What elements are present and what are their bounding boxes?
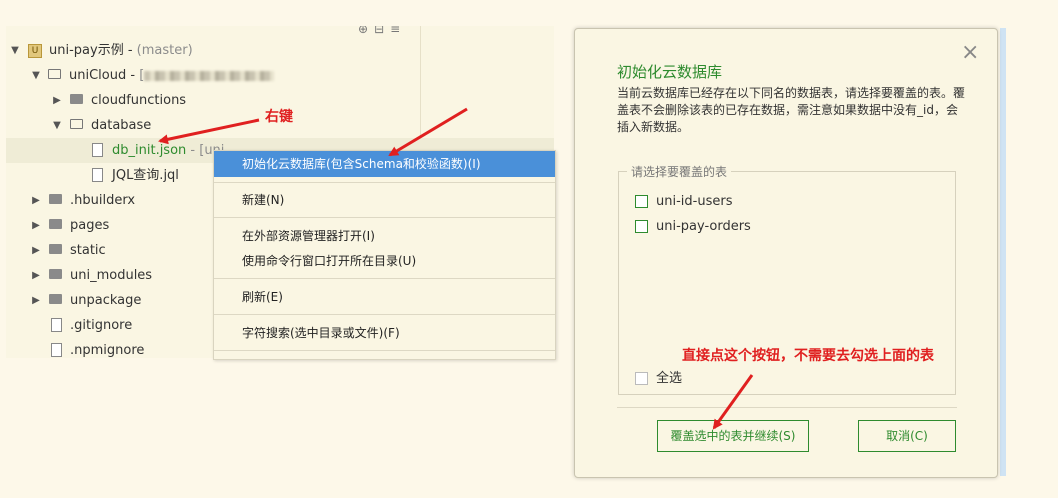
menu-separator: [214, 182, 555, 183]
folder-open-icon: [70, 119, 83, 129]
folder-icon: [49, 269, 62, 279]
annotation-right-click: 右键: [265, 109, 293, 125]
dialog-description: 当前云数据库已经存在以下同名的数据表，请选择要覆盖的表。覆盖表不会删除该表的已存…: [617, 86, 966, 134]
chevron-down-icon[interactable]: ▼: [10, 38, 20, 63]
locate-icon[interactable]: ⊕: [358, 26, 368, 36]
confirm-overwrite-button[interactable]: 覆盖选中的表并继续(S): [657, 420, 809, 452]
menu-separator: [214, 217, 555, 218]
collapse-icon[interactable]: ⊟: [374, 26, 384, 36]
tree-item-label: cloudfunctions: [91, 93, 187, 108]
chevron-down-icon[interactable]: ▼: [31, 63, 41, 88]
menu-separator: [214, 314, 555, 315]
tree-item-label: unpackage: [70, 293, 142, 308]
chevron-right-icon[interactable]: ▶: [31, 238, 41, 263]
tree-item-label: .npmignore: [70, 343, 145, 358]
tree-item-project[interactable]: ▼ U uni-pay示例 - (master): [6, 38, 554, 63]
redacted-text: [144, 70, 275, 81]
menu-separator: [214, 350, 555, 351]
checkbox-label: uni-pay-orders: [656, 219, 751, 234]
menu-item-new[interactable]: 新建(N): [214, 187, 555, 213]
tree-item-label: .hbuilderx: [70, 193, 136, 208]
tree-item-label: uni-pay示例 - (master): [49, 43, 193, 58]
tree-item-label: JQL查询.jql: [112, 168, 179, 183]
dialog-title: 初始化云数据库: [617, 63, 723, 81]
explorer-toolbar: ⊕ ⊟ ≡: [358, 26, 400, 36]
chevron-right-icon[interactable]: ▶: [31, 188, 41, 213]
tree-item-label: static: [70, 243, 106, 258]
menu-item-text-search[interactable]: 字符搜索(选中目录或文件)(F): [214, 320, 555, 346]
chevron-right-icon[interactable]: ▶: [31, 288, 41, 313]
tree-item-label: uniCloud - [: [69, 63, 275, 88]
menu-item-init-database[interactable]: 初始化云数据库(包含Schema和校验函数)(I): [214, 151, 555, 177]
file-icon: [51, 343, 62, 357]
json-file-icon: [92, 143, 103, 157]
folder-icon: [49, 244, 62, 254]
table-option-uni-id-users[interactable]: uni-id-users: [635, 192, 732, 212]
tree-item-label: .gitignore: [70, 318, 133, 333]
menu-separator: [214, 278, 555, 279]
dialog-separator: [617, 407, 957, 408]
tree-item-label: database: [91, 118, 152, 133]
table-option-uni-pay-orders[interactable]: uni-pay-orders: [635, 217, 751, 237]
folder-icon: [49, 219, 62, 229]
checkbox-label: uni-id-users: [656, 194, 733, 209]
folder-icon: [70, 94, 83, 104]
window-edge: [1000, 28, 1006, 476]
context-menu: 初始化云数据库(包含Schema和校验函数)(I) 新建(N) 在外部资源管理器…: [213, 150, 556, 360]
folder-icon: [49, 194, 62, 204]
menu-item-open-terminal[interactable]: 使用命令行窗口打开所在目录(U): [214, 248, 555, 274]
chevron-down-icon[interactable]: ▼: [52, 113, 62, 138]
project-icon: U: [28, 44, 42, 58]
tree-item-label: db_init.json - [uni: [112, 143, 225, 158]
cancel-button[interactable]: 取消(C): [858, 420, 956, 452]
menu-icon[interactable]: ≡: [390, 26, 400, 36]
menu-item-open-in-explorer[interactable]: 在外部资源管理器打开(I): [214, 223, 555, 249]
group-legend: 请选择要覆盖的表: [627, 163, 732, 180]
chevron-right-icon[interactable]: ▶: [31, 263, 41, 288]
select-all-option[interactable]: 全选: [635, 369, 682, 389]
folder-icon: [49, 294, 62, 304]
close-icon[interactable]: ×: [961, 41, 979, 65]
tree-item-label: pages: [70, 218, 110, 233]
chevron-right-icon[interactable]: ▶: [31, 213, 41, 238]
tree-item-unicloud[interactable]: ▼ uniCloud - [: [6, 63, 554, 88]
checkbox[interactable]: [635, 195, 648, 208]
annotation-button-hint: 直接点这个按钮，不需要去勾选上面的表: [682, 348, 934, 364]
tree-item-label: uni_modules: [70, 268, 153, 283]
checkbox[interactable]: [635, 372, 648, 385]
file-icon: [51, 318, 62, 332]
checkbox[interactable]: [635, 220, 648, 233]
jql-file-icon: [92, 168, 103, 182]
checkbox-label: 全选: [656, 371, 683, 386]
init-database-dialog: × 初始化云数据库 当前云数据库已经存在以下同名的数据表，请选择要覆盖的表。覆盖…: [574, 28, 998, 478]
folder-open-icon: [48, 69, 61, 79]
menu-item-refresh[interactable]: 刷新(E): [214, 284, 555, 310]
chevron-right-icon[interactable]: ▶: [52, 88, 62, 113]
